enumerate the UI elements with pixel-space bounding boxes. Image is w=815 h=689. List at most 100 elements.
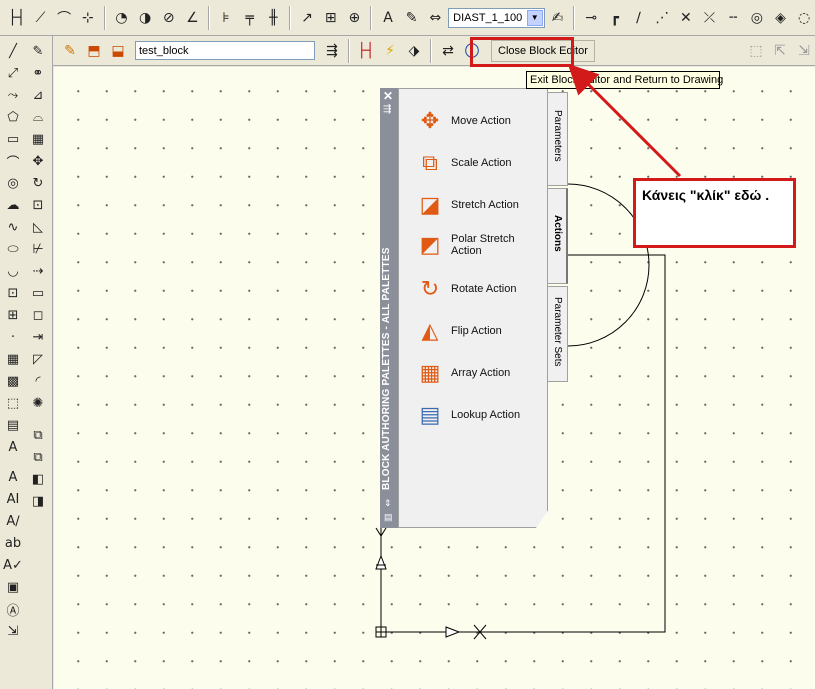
- palette-menu-icon[interactable]: ▤: [384, 512, 393, 523]
- baseline-icon[interactable]: ╤: [239, 7, 261, 29]
- dim-aligned-icon[interactable]: ⟋: [30, 7, 52, 29]
- make-block-icon[interactable]: ⊞: [1, 304, 25, 326]
- revcloud-icon[interactable]: ☁: [1, 194, 25, 216]
- mirror-icon[interactable]: ⊿: [26, 84, 50, 106]
- action-icon[interactable]: ⚡: [379, 40, 401, 62]
- spell-check-icon[interactable]: ab: [1, 532, 25, 554]
- draworder-under-icon[interactable]: ◨: [26, 490, 50, 512]
- list-item[interactable]: ▤ Lookup Action: [413, 399, 543, 431]
- list-item[interactable]: ◪ Stretch Action: [413, 189, 543, 221]
- list-item[interactable]: ◭ Flip Action: [413, 315, 543, 347]
- text-convert-icon[interactable]: ⇲: [1, 620, 25, 642]
- draworder-front-icon[interactable]: ⧉: [26, 424, 50, 446]
- draworder-above-icon[interactable]: ◧: [26, 468, 50, 490]
- palette-properties-icon[interactable]: ⇶: [383, 104, 391, 115]
- break-icon[interactable]: ◻: [26, 304, 50, 326]
- snap-quadrant-icon[interactable]: ◈: [770, 7, 792, 29]
- dim-edit-icon[interactable]: A: [377, 7, 399, 29]
- draworder-back-icon[interactable]: ⧉: [26, 446, 50, 468]
- table-icon[interactable]: ▤: [1, 414, 25, 436]
- copy-icon[interactable]: ⚭: [26, 62, 50, 84]
- tolerance-icon[interactable]: ⊞: [320, 7, 342, 29]
- find-text-icon[interactable]: A✓: [1, 554, 25, 576]
- center-mark-icon[interactable]: ⊕: [344, 7, 366, 29]
- text-edit-icon[interactable]: AI: [1, 488, 25, 510]
- list-item[interactable]: ⧉ Scale Action: [413, 147, 543, 179]
- continue-icon[interactable]: ╫: [263, 7, 285, 29]
- visibility-state-icon[interactable]: ⬚: [745, 40, 767, 62]
- edit-block-icon[interactable]: ✎: [59, 40, 81, 62]
- palette-title-bar[interactable]: ✕ ⇶ BLOCK AUTHORING PALETTES - ALL PALET…: [380, 88, 398, 528]
- make-invisible-icon[interactable]: ⇲: [793, 40, 815, 62]
- tab-parameters[interactable]: Parameters: [548, 92, 568, 186]
- close-icon[interactable]: ✕: [383, 89, 393, 103]
- erase-icon[interactable]: ✎: [26, 40, 50, 62]
- make-visible-icon[interactable]: ⇱: [769, 40, 791, 62]
- dimstyle-select[interactable]: DIAST_1_100 ▼: [448, 7, 545, 28]
- hatch-icon[interactable]: ▦: [1, 348, 25, 370]
- tab-actions[interactable]: Actions: [548, 188, 568, 284]
- chamfer-icon[interactable]: ◸: [26, 348, 50, 370]
- update-parameter-icon[interactable]: ⇄: [437, 40, 459, 62]
- arc-icon[interactable]: ⌒: [1, 150, 25, 172]
- line-icon[interactable]: ╱: [1, 40, 25, 62]
- rectangle-icon[interactable]: ▭: [1, 128, 25, 150]
- offset-icon[interactable]: ⌓: [26, 106, 50, 128]
- dimstyle-icon[interactable]: ✍: [547, 7, 569, 29]
- construction-line-icon[interactable]: ⤢: [1, 62, 25, 84]
- spline-icon[interactable]: ∿: [1, 216, 25, 238]
- snap-tangent-icon[interactable]: ◌: [793, 7, 815, 29]
- extend-icon[interactable]: ⇢: [26, 260, 50, 282]
- ellipse-icon[interactable]: ⬭: [1, 238, 25, 260]
- dim-diameter-icon[interactable]: ⊘: [158, 7, 180, 29]
- circle-icon[interactable]: ◎: [1, 172, 25, 194]
- trim-icon[interactable]: ⊬: [26, 238, 50, 260]
- list-item[interactable]: ▦ Array Action: [413, 357, 543, 389]
- snap-midpoint-icon[interactable]: ∕: [628, 7, 650, 29]
- dim-text-edit-icon[interactable]: ✎: [401, 7, 423, 29]
- mtext-icon[interactable]: A: [1, 436, 25, 458]
- snap-cross-icon[interactable]: ⤫: [699, 7, 721, 29]
- rotate-icon[interactable]: ↻: [26, 172, 50, 194]
- snap-parallel-icon[interactable]: ╌: [722, 7, 744, 29]
- authoring-palettes-icon[interactable]: ⇶: [321, 40, 343, 62]
- array-icon[interactable]: ▦: [26, 128, 50, 150]
- snap-intersection-icon[interactable]: ⋰: [651, 7, 673, 29]
- quick-dim-icon[interactable]: ⊧: [215, 7, 237, 29]
- parameter-icon[interactable]: ├┤: [355, 40, 377, 62]
- leader-icon[interactable]: ↗: [296, 7, 318, 29]
- insert-block-icon[interactable]: ⊡: [1, 282, 25, 304]
- text-icon[interactable]: A: [1, 466, 25, 488]
- dim-update-icon[interactable]: ⇔: [425, 7, 447, 29]
- polygon-icon[interactable]: ⬠: [1, 106, 25, 128]
- ellipse-arc-icon[interactable]: ◡: [1, 260, 25, 282]
- snap-endpoint-icon[interactable]: ⊸: [580, 7, 602, 29]
- scale-icon[interactable]: ⊡: [26, 194, 50, 216]
- dim-angular-icon[interactable]: ∠: [182, 7, 204, 29]
- point-icon[interactable]: ·: [1, 326, 25, 348]
- region-icon[interactable]: ⬚: [1, 392, 25, 414]
- break-at-point-icon[interactable]: ▭: [26, 282, 50, 304]
- chevron-down-icon[interactable]: ▼: [526, 9, 543, 26]
- text-scale-icon[interactable]: ▣: [1, 576, 25, 598]
- save-block-as-icon[interactable]: ⬓: [107, 40, 129, 62]
- move-icon[interactable]: ✥: [26, 150, 50, 172]
- gradient-icon[interactable]: ▩: [1, 370, 25, 392]
- stretch-icon[interactable]: ◺: [26, 216, 50, 238]
- explode-icon[interactable]: ✺: [26, 392, 50, 414]
- text-justify-icon[interactable]: Ⓐ: [1, 598, 25, 620]
- snap-extension-icon[interactable]: ┏: [604, 7, 626, 29]
- join-icon[interactable]: ⇥: [26, 326, 50, 348]
- fillet-icon[interactable]: ◜: [26, 370, 50, 392]
- text-style-icon[interactable]: A∕: [1, 510, 25, 532]
- dim-ordinate-icon[interactable]: ⊹: [77, 7, 99, 29]
- snap-apparent-icon[interactable]: ✕: [675, 7, 697, 29]
- block-name-field[interactable]: test_block: [135, 41, 315, 60]
- save-block-icon[interactable]: ⬒: [83, 40, 105, 62]
- dim-linear-icon[interactable]: ├┤: [6, 7, 28, 29]
- define-attribute-icon[interactable]: ⬗: [403, 40, 425, 62]
- tab-parameter-sets[interactable]: Parameter Sets: [548, 286, 568, 382]
- polyline-icon[interactable]: ⤳: [1, 84, 25, 106]
- dim-jogged-icon[interactable]: ◑: [134, 7, 156, 29]
- list-item[interactable]: ✥ Move Action: [413, 105, 543, 137]
